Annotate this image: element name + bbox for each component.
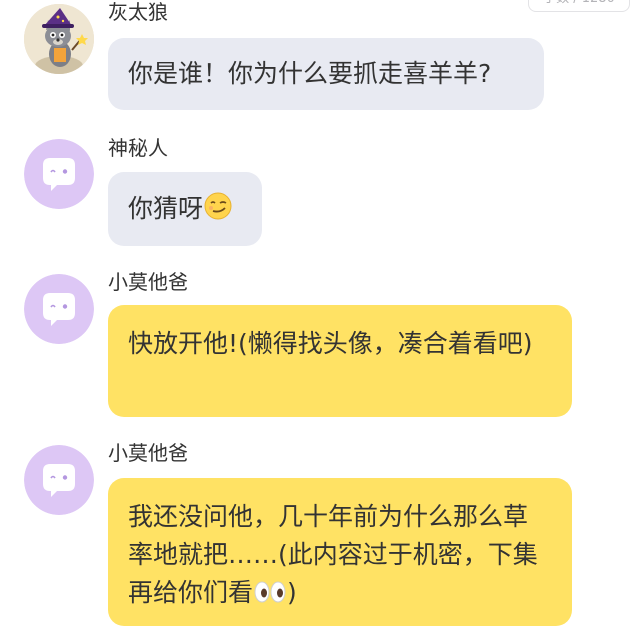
message-bubble[interactable]: 你是谁！你为什么要抓走喜羊羊? [108, 38, 544, 110]
sender-name: 神秘人 [108, 136, 168, 160]
chat-screen: 于数 / 1280 [0, 0, 640, 633]
chat-bubble-avatar-icon[interactable] [24, 274, 94, 344]
smirk-emoji-icon [203, 191, 233, 232]
sender-name: 小莫他爸 [108, 270, 188, 294]
message-text: 你猜呀 [128, 194, 204, 223]
sender-name: 小莫他爸 [108, 441, 188, 465]
chat-bubble-avatar-icon[interactable] [24, 139, 94, 209]
chat-bubble-avatar-icon[interactable] [24, 445, 94, 515]
sender-name: 灰太狼 [108, 0, 168, 24]
message-bubble[interactable]: 我还没问他，几十年前为什么那么草率地就把……(此内容过于机密，下集再给你们看 ) [108, 478, 572, 626]
top-badge: 于数 / 1280 [528, 0, 630, 12]
message-bubble[interactable]: 你猜呀 [108, 172, 262, 246]
message-bubble[interactable]: 快放开他!(懒得找头像，凑合着看吧) [108, 305, 572, 417]
eyes-emoji-icon [253, 578, 287, 616]
message-text-tail: ) [287, 578, 297, 607]
message-text: 你是谁！你为什么要抓走喜羊羊? [128, 59, 492, 88]
message-text: 快放开他!(懒得找头像，凑合着看吧) [128, 329, 533, 358]
grey-wolf-avatar-icon[interactable] [24, 4, 94, 74]
message-text: 我还没问他，几十年前为什么那么草率地就把……(此内容过于机密，下集再给你们看 [128, 502, 538, 607]
